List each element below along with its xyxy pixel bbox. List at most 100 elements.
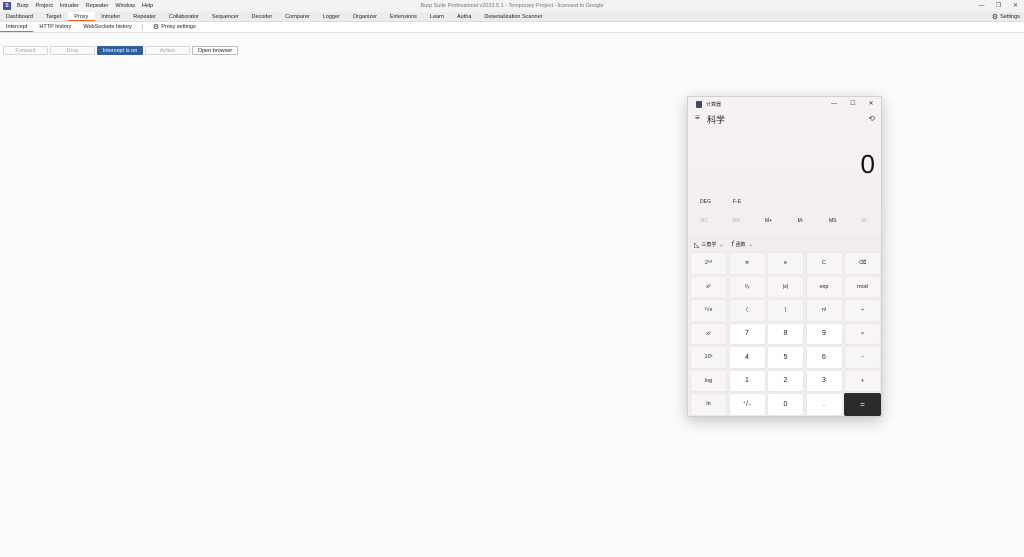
restore-icon[interactable]: ❐ xyxy=(990,0,1007,12)
settings-button[interactable]: ⚙ Settings xyxy=(992,12,1020,22)
key-three-button[interactable]: 3 xyxy=(805,369,843,392)
tab-intruder[interactable]: Intruder xyxy=(95,12,127,21)
key-negate-button[interactable]: ⁺/₋ xyxy=(728,393,766,416)
key-four-button[interactable]: 4 xyxy=(728,346,766,369)
menu-bar: Burp Project Intruder Repeater Window He… xyxy=(17,3,160,9)
tab-logger[interactable]: Logger xyxy=(317,12,347,21)
calculator-title: 计算器 xyxy=(706,101,722,108)
key-square-button[interactable]: x² xyxy=(690,275,727,298)
main-tabs: Dashboard Target Proxy Intruder Repeater… xyxy=(0,12,1024,22)
drop-button[interactable]: Drop xyxy=(50,46,95,55)
key-minus-button[interactable]: − xyxy=(844,346,881,369)
key-six-button[interactable]: 6 xyxy=(805,346,843,369)
menu-window[interactable]: Window xyxy=(115,3,135,9)
tab-repeater[interactable]: Repeater xyxy=(127,12,163,21)
key-factorial-button[interactable]: n! xyxy=(805,299,843,322)
m-plus-button[interactable]: M+ xyxy=(752,218,784,228)
m-list-button[interactable]: M~ xyxy=(849,218,881,228)
tab-collaborator[interactable]: Collaborator xyxy=(163,12,206,21)
key-backspace-button[interactable]: ⌫ xyxy=(844,252,881,275)
gear-icon: ⚙ xyxy=(991,14,999,21)
key-eight-button[interactable]: 8 xyxy=(767,322,804,345)
tab-deserialization-scanner[interactable]: Deserialization Scanner xyxy=(478,12,549,21)
key-exp-button[interactable]: exp xyxy=(805,275,843,298)
key-two-button[interactable]: 2 xyxy=(767,369,804,392)
minimize-icon[interactable]: — xyxy=(973,0,990,12)
tab-comparer[interactable]: Comparer xyxy=(279,12,316,21)
key-ln-button[interactable]: ln xyxy=(690,393,727,416)
key-root-button[interactable]: ²√x xyxy=(690,299,727,322)
menu-help[interactable]: Help xyxy=(142,3,153,9)
proxy-sub-tabs: Intercept HTTP history WebSockets histor… xyxy=(0,22,1024,33)
tab-organizer[interactable]: Organizer xyxy=(347,12,384,21)
function-icon: f xyxy=(731,241,734,248)
tab-proxy[interactable]: Proxy xyxy=(68,12,96,21)
trig-dropdown[interactable]: ◺ 三角学 ⌄ xyxy=(694,241,724,249)
hamburger-menu-icon[interactable]: ≡ xyxy=(695,113,700,122)
tab-decoder[interactable]: Decoder xyxy=(245,12,279,21)
key-reciprocal-button[interactable]: ¹⁄ₓ xyxy=(728,275,766,298)
key-nine-button[interactable]: 9 xyxy=(805,322,843,345)
history-icon[interactable]: ⟲ xyxy=(868,114,875,123)
menu-burp[interactable]: Burp xyxy=(17,3,29,9)
m-minus-button[interactable]: M- xyxy=(785,218,817,228)
key-five-button[interactable]: 5 xyxy=(767,346,804,369)
forward-button[interactable]: Forward xyxy=(3,46,48,55)
function-dropdown[interactable]: f 函数 ⌄ xyxy=(732,241,753,248)
key-power-button[interactable]: xʸ xyxy=(690,322,727,345)
burp-logo-icon: S xyxy=(3,2,11,10)
mc-button[interactable]: MC xyxy=(688,218,720,228)
calculator-window: 计算器 — ☐ ✕ ≡ 科学 ⟲ 0 DEG F-E MC MR M+ M- M… xyxy=(687,96,882,417)
mr-button[interactable]: MR xyxy=(720,218,752,228)
title-bar: S Burp Project Intruder Repeater Window … xyxy=(0,0,1024,12)
proxy-settings-button[interactable]: ⚙ Proxy settings xyxy=(147,22,202,32)
key-mod-button[interactable]: mod xyxy=(844,275,881,298)
key-plus-button[interactable]: + xyxy=(844,369,881,392)
tab-sequencer[interactable]: Sequencer xyxy=(206,12,246,21)
gear-icon: ⚙ xyxy=(152,23,160,31)
maximize-icon[interactable]: ☐ xyxy=(844,97,862,111)
subtab-websockets-history[interactable]: WebSockets history xyxy=(77,22,138,32)
intercept-toggle-button[interactable]: Intercept is on xyxy=(97,46,143,55)
tab-learn[interactable]: Learn xyxy=(424,12,451,21)
key-ten-power-button[interactable]: 10ˣ xyxy=(690,346,727,369)
subtab-intercept[interactable]: Intercept xyxy=(0,22,34,32)
menu-project[interactable]: Project xyxy=(36,3,53,9)
deg-button[interactable]: DEG xyxy=(700,199,711,205)
function-row: ◺ 三角学 ⌄ f 函数 ⌄ xyxy=(688,238,881,250)
menu-intruder[interactable]: Intruder xyxy=(60,3,79,9)
action-button[interactable]: Action xyxy=(145,46,190,55)
key-divide-button[interactable]: ÷ xyxy=(844,299,881,322)
key-one-button[interactable]: 1 xyxy=(728,369,766,392)
chevron-down-icon: ⌄ xyxy=(748,241,753,248)
chevron-down-icon: ⌄ xyxy=(719,241,724,248)
key-abs-button[interactable]: |x| xyxy=(767,275,804,298)
close-icon[interactable]: ✕ xyxy=(862,97,880,111)
key-e-button[interactable]: e xyxy=(767,252,804,275)
key-log-button[interactable]: log xyxy=(690,369,727,392)
subtab-http-history[interactable]: HTTP history xyxy=(33,22,77,32)
minimize-icon[interactable]: — xyxy=(825,97,843,111)
proxy-settings-label: Proxy settings xyxy=(161,23,196,30)
key-pi-button[interactable]: π xyxy=(728,252,766,275)
key-zero-button[interactable]: 0 xyxy=(767,393,804,416)
tab-autha[interactable]: Autha xyxy=(451,12,478,21)
tab-extensions[interactable]: Extensions xyxy=(384,12,424,21)
key-close-paren-button[interactable]: ) xyxy=(767,299,804,322)
key-equals-button[interactable]: = xyxy=(844,393,881,416)
open-browser-button[interactable]: Open browser xyxy=(192,46,238,55)
key-clear-button[interactable]: C xyxy=(805,252,843,275)
key-open-paren-button[interactable]: ( xyxy=(728,299,766,322)
ms-button[interactable]: MS xyxy=(817,218,849,228)
key-second-button[interactable]: 2ⁿᵈ xyxy=(690,252,727,275)
fe-button[interactable]: F-E xyxy=(733,199,741,205)
key-seven-button[interactable]: 7 xyxy=(728,322,766,345)
tab-target[interactable]: Target xyxy=(40,12,68,21)
menu-repeater[interactable]: Repeater xyxy=(86,3,109,9)
close-icon[interactable]: ✕ xyxy=(1007,0,1024,12)
key-decimal-button[interactable]: . xyxy=(805,393,843,416)
key-multiply-button[interactable]: × xyxy=(844,322,881,345)
divider xyxy=(141,24,143,30)
window-controls: — ❐ ✕ xyxy=(973,0,1024,12)
tab-dashboard[interactable]: Dashboard xyxy=(0,12,40,21)
